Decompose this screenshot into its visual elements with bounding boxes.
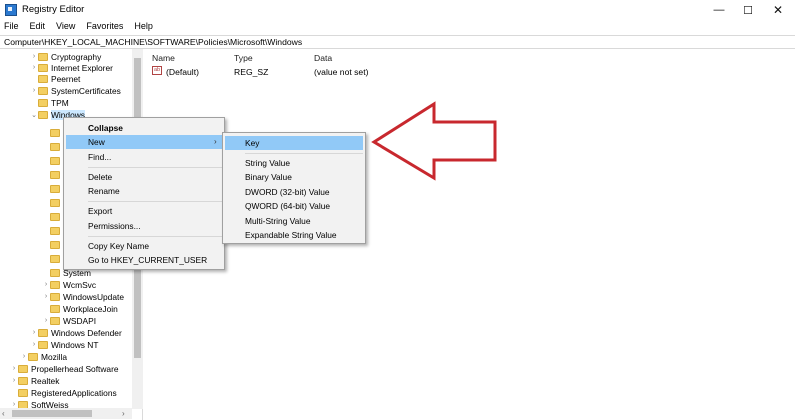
annotation-arrow-icon — [371, 101, 497, 181]
